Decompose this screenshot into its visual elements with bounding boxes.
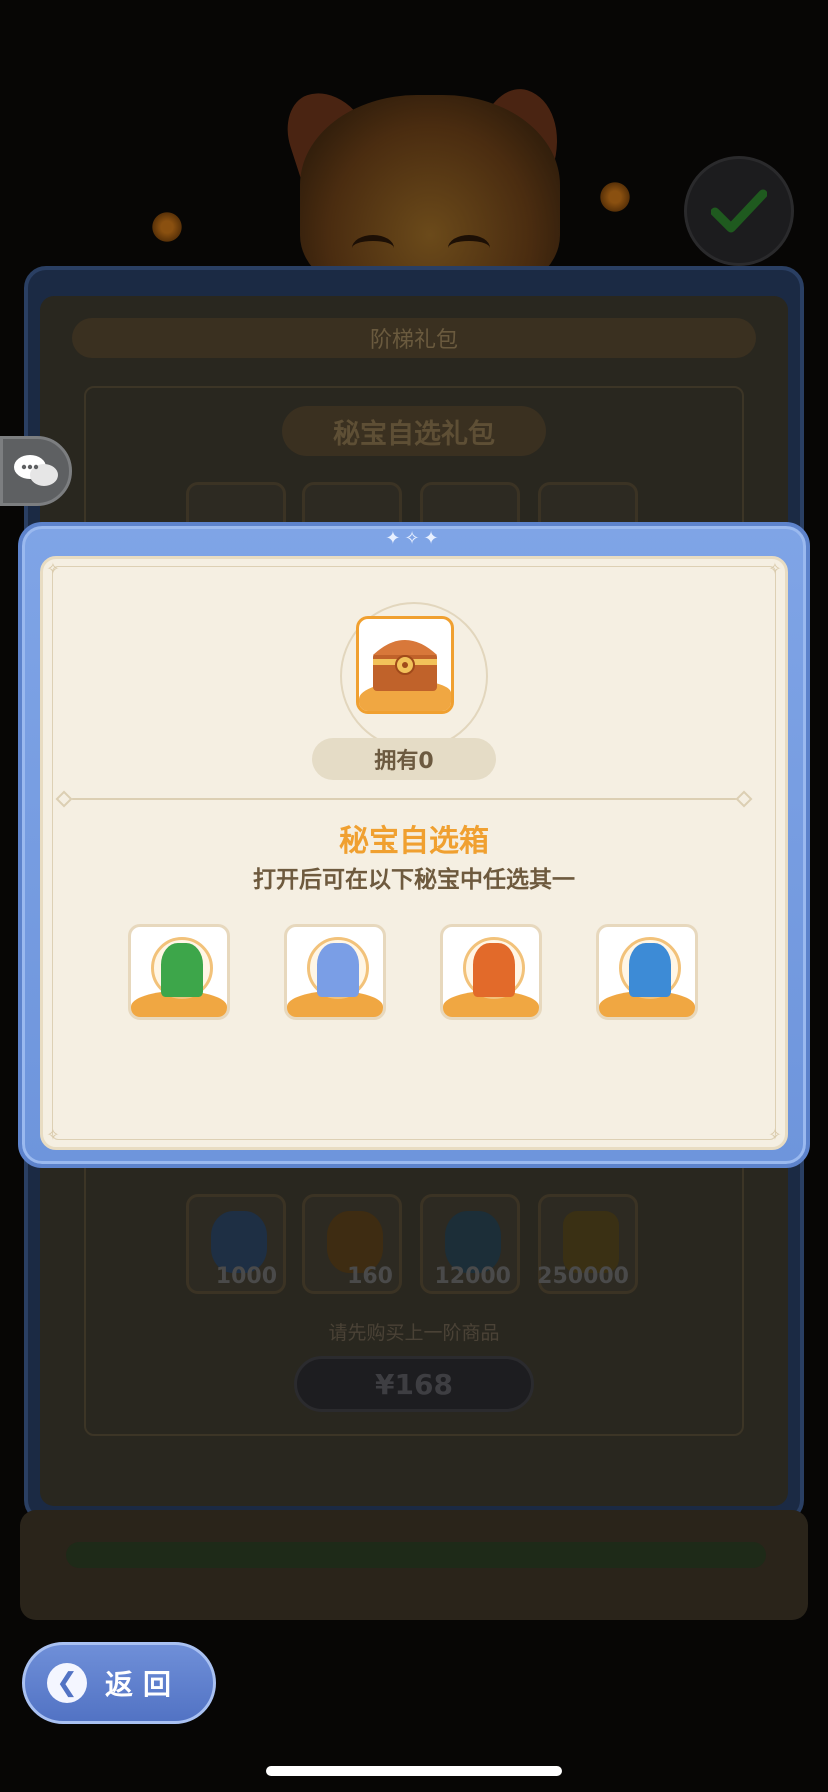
water-serpent-statue-icon (629, 943, 671, 997)
purchase-requirement-note: 请先购买上一阶商品 (328, 1322, 500, 1344)
sparkle-decoration-icon: ✦✧✦ (385, 528, 443, 549)
item-description: 打开后可在以下秘宝中任选其一 (253, 867, 575, 893)
divider (64, 798, 744, 800)
fox-mascot-illustration (300, 95, 560, 295)
corner-ornament-icon: ✧ (768, 1125, 782, 1144)
home-indicator[interactable] (266, 1766, 562, 1776)
ice-dragon-statue-icon (317, 943, 359, 997)
checkmark-icon (711, 189, 767, 233)
pack-item: 160 (302, 1194, 402, 1294)
pack-item: 250000 (537, 1194, 638, 1294)
treasure-choice-3[interactable] (440, 924, 542, 1020)
mascot-eye (448, 235, 490, 261)
pack-item: 12000 (420, 1194, 520, 1294)
corner-ornament-icon: ✧ (46, 1125, 60, 1144)
treasure-chest-icon (356, 616, 454, 714)
owned-count-badge: 拥有0 (312, 738, 496, 780)
phoenix-statue-icon (473, 943, 515, 997)
chat-bubbles-icon (14, 455, 58, 486)
item-title: 秘宝自选箱 (339, 824, 489, 859)
mascot-eye (352, 235, 394, 261)
back-button-label: 返回 (105, 1668, 182, 1701)
back-arrow-icon: ❮ (47, 1663, 87, 1703)
back-button[interactable]: ❮ 返回 (22, 1642, 216, 1724)
flower-decoration-icon (150, 210, 184, 244)
chat-button[interactable] (0, 436, 72, 506)
check-button[interactable] (684, 156, 794, 266)
buy-price-button[interactable]: ¥168 (294, 1356, 534, 1412)
pack-item: 1000 (186, 1194, 286, 1294)
corner-ornament-icon: ✧ (46, 559, 60, 578)
treasure-choice-4[interactable] (596, 924, 698, 1020)
treasure-choice-1[interactable] (128, 924, 230, 1020)
progress-bar (66, 1542, 766, 1568)
item-quantity: 160 (347, 1264, 393, 1289)
item-quantity: 1000 (215, 1264, 277, 1289)
jade-dragon-statue-icon (161, 943, 203, 997)
pack-name: 秘宝自选礼包 (282, 406, 546, 456)
item-quantity: 250000 (537, 1264, 629, 1289)
treasure-choice-2[interactable] (284, 924, 386, 1020)
flower-decoration-icon (598, 180, 632, 214)
item-quantity: 12000 (434, 1264, 511, 1289)
ladder-pack-title: 阶梯礼包 (72, 318, 756, 358)
corner-ornament-icon: ✧ (768, 559, 782, 578)
